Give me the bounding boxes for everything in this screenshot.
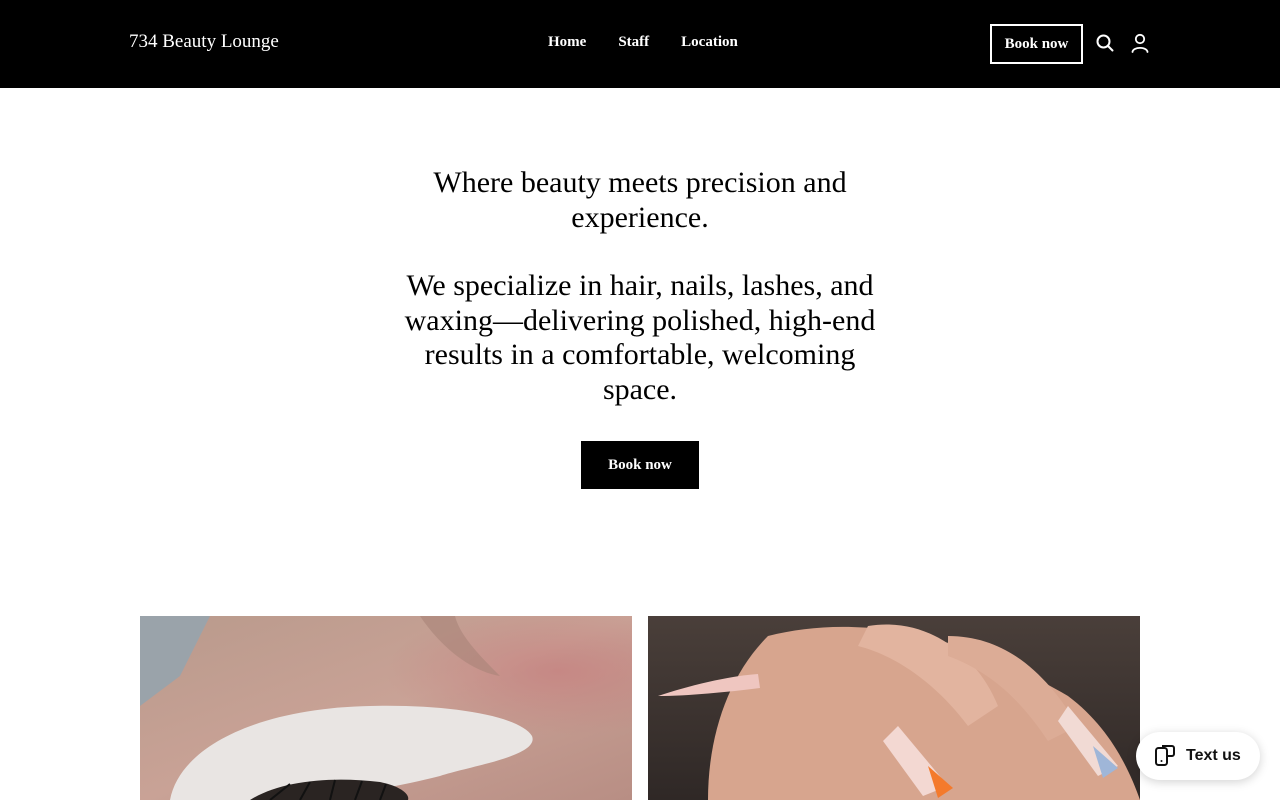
brand-logo[interactable]: 734 Beauty Lounge [129, 31, 279, 53]
hero-section: Where beauty meets precision and experie… [380, 166, 900, 407]
header-book-button[interactable]: Book now [990, 24, 1083, 64]
text-us-widget[interactable]: Text us [1136, 732, 1260, 780]
account-icon [1131, 33, 1149, 53]
search-icon [1096, 34, 1114, 52]
nav-location[interactable]: Location [681, 33, 738, 51]
text-us-label: Text us [1186, 747, 1241, 764]
main-nav: Home Staff Location [548, 33, 770, 51]
nav-staff[interactable]: Staff [618, 33, 649, 51]
hero-description: We specialize in hair, nails, lashes, an… [404, 269, 876, 406]
photo-gallery [140, 616, 1140, 800]
hero-tagline: Where beauty meets precision and experie… [433, 166, 847, 234]
gallery-photo-lashes [140, 616, 632, 800]
nav-home[interactable]: Home [548, 33, 586, 51]
lash-photo-image [140, 616, 632, 800]
chat-phone-icon [1155, 745, 1175, 766]
account-button[interactable] [1129, 32, 1151, 54]
hero-book-button[interactable]: Book now [581, 441, 699, 489]
gallery-photo-nails [648, 616, 1140, 800]
search-button[interactable] [1094, 32, 1116, 54]
nails-photo-image [648, 616, 1140, 800]
site-header: 734 Beauty Lounge Home Staff Location Bo… [0, 0, 1280, 88]
